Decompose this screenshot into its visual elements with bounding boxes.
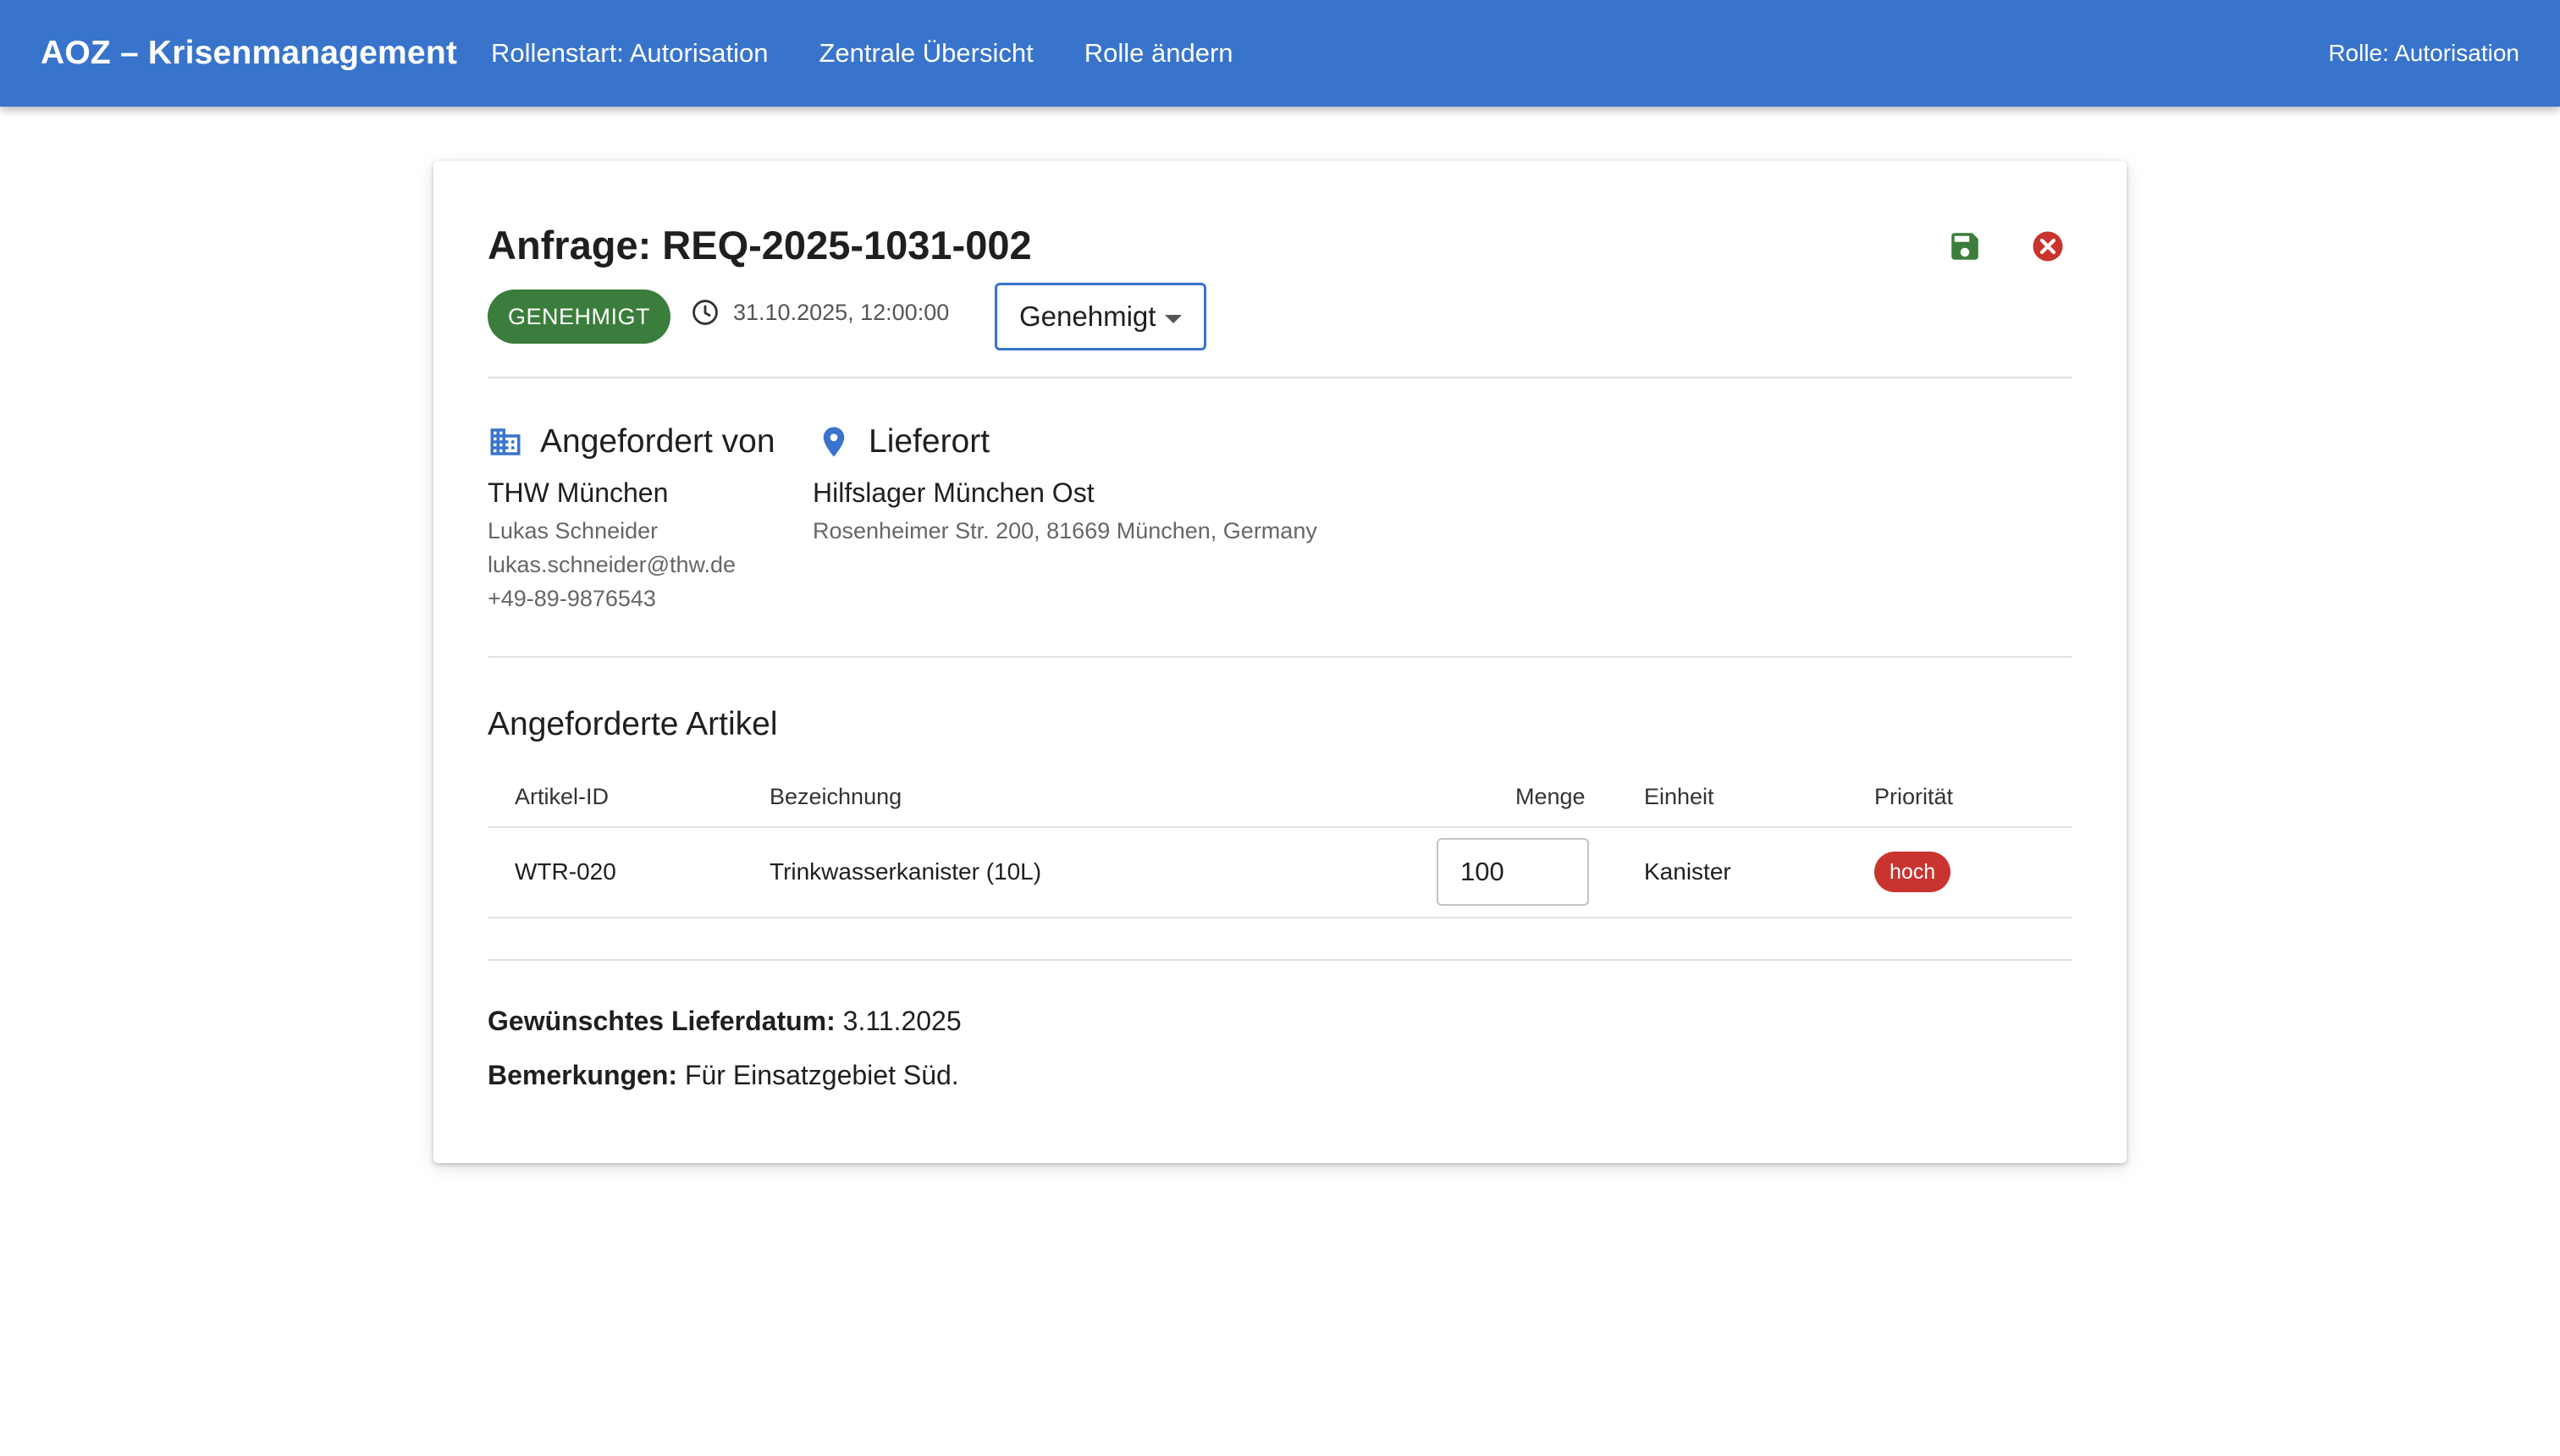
- status-select-value: Genehmigt: [1019, 301, 1156, 332]
- priority-badge: hoch: [1874, 852, 1951, 892]
- cell-artikel-id: WTR-020: [515, 858, 616, 885]
- remarks-value: Für Einsatzgebiet Süd.: [684, 1060, 959, 1090]
- requester-phone: +49-89-9876543: [488, 586, 656, 611]
- delivery-date-value: 3.11.2025: [842, 1006, 962, 1036]
- delivery-address: Rosenheimer Str. 200, 81669 München, Ger…: [813, 518, 1317, 543]
- requester-heading: Angefordert von: [488, 423, 775, 461]
- cancel-circle-icon[interactable]: [2030, 229, 2066, 264]
- delivery-date: Gewünschtes Lieferdatum: 3.11.2025: [488, 1006, 962, 1037]
- requester-org: THW München: [488, 477, 669, 508]
- requester-email: lukas.schneider@thw.de: [488, 552, 737, 577]
- divider: [488, 377, 2072, 378]
- delivery-date-label: Gewünschtes Lieferdatum:: [488, 1006, 836, 1036]
- col-header-einheit: Einheit: [1644, 784, 1714, 809]
- col-header-menge: Menge: [1515, 784, 1586, 809]
- table-row-line: [488, 917, 2072, 918]
- app-bar: AOZ – Krisenmanagement Rollenstart: Auto…: [0, 0, 2560, 107]
- clock-icon: [692, 300, 718, 325]
- nav-rolle-aendern[interactable]: Rolle ändern: [1084, 38, 1233, 69]
- request-card: Anfrage: REQ-2025-1031-002 GENEHMIGT 31.…: [433, 161, 2127, 1163]
- datetime-text: 31.10.2025, 12:00:00: [733, 299, 950, 325]
- status-select[interactable]: Genehmigt: [995, 283, 1206, 350]
- current-role: Rolle: Autorisation: [2328, 40, 2519, 66]
- requester-contact: Lukas Schneider: [488, 518, 659, 543]
- save-icon[interactable]: [1947, 229, 1983, 264]
- nav-zentrale-uebersicht[interactable]: Zentrale Übersicht: [819, 38, 1033, 69]
- delivery-name: Hilfslager München Ost: [813, 477, 1095, 508]
- quantity-value: 100: [1460, 857, 1504, 886]
- quantity-input[interactable]: 100: [1437, 838, 1589, 906]
- table-header-line: [488, 826, 2072, 828]
- cell-einheit: Kanister: [1644, 858, 1731, 885]
- remarks: Bemerkungen: Für Einsatzgebiet Süd.: [488, 1060, 959, 1091]
- col-header-bezeichnung: Bezeichnung: [770, 784, 902, 809]
- divider: [488, 656, 2072, 658]
- items-title: Angeforderte Artikel: [488, 706, 778, 742]
- chevron-down-icon: [1165, 315, 1182, 323]
- divider: [488, 959, 2072, 961]
- page-title: Anfrage: REQ-2025-1031-002: [488, 223, 1032, 267]
- app-title[interactable]: AOZ – Krisenmanagement: [41, 35, 457, 72]
- delivery-heading: Lieferort: [816, 423, 990, 461]
- card-actions: [1947, 229, 2066, 264]
- nav-rollenstart[interactable]: Rollenstart: Autorisation: [491, 38, 768, 69]
- status-badge: GENEHMIGT: [488, 290, 671, 344]
- building-icon: [490, 428, 521, 455]
- location-pin-icon: [823, 427, 845, 457]
- remarks-label: Bemerkungen:: [488, 1060, 678, 1090]
- cell-bezeichnung: Trinkwasserkanister (10L): [770, 858, 1042, 885]
- request-datetime: 31.10.2025, 12:00:00: [691, 298, 949, 327]
- col-header-artikel-id: Artikel-ID: [515, 784, 610, 809]
- col-header-prioritaet: Priorität: [1874, 784, 1954, 809]
